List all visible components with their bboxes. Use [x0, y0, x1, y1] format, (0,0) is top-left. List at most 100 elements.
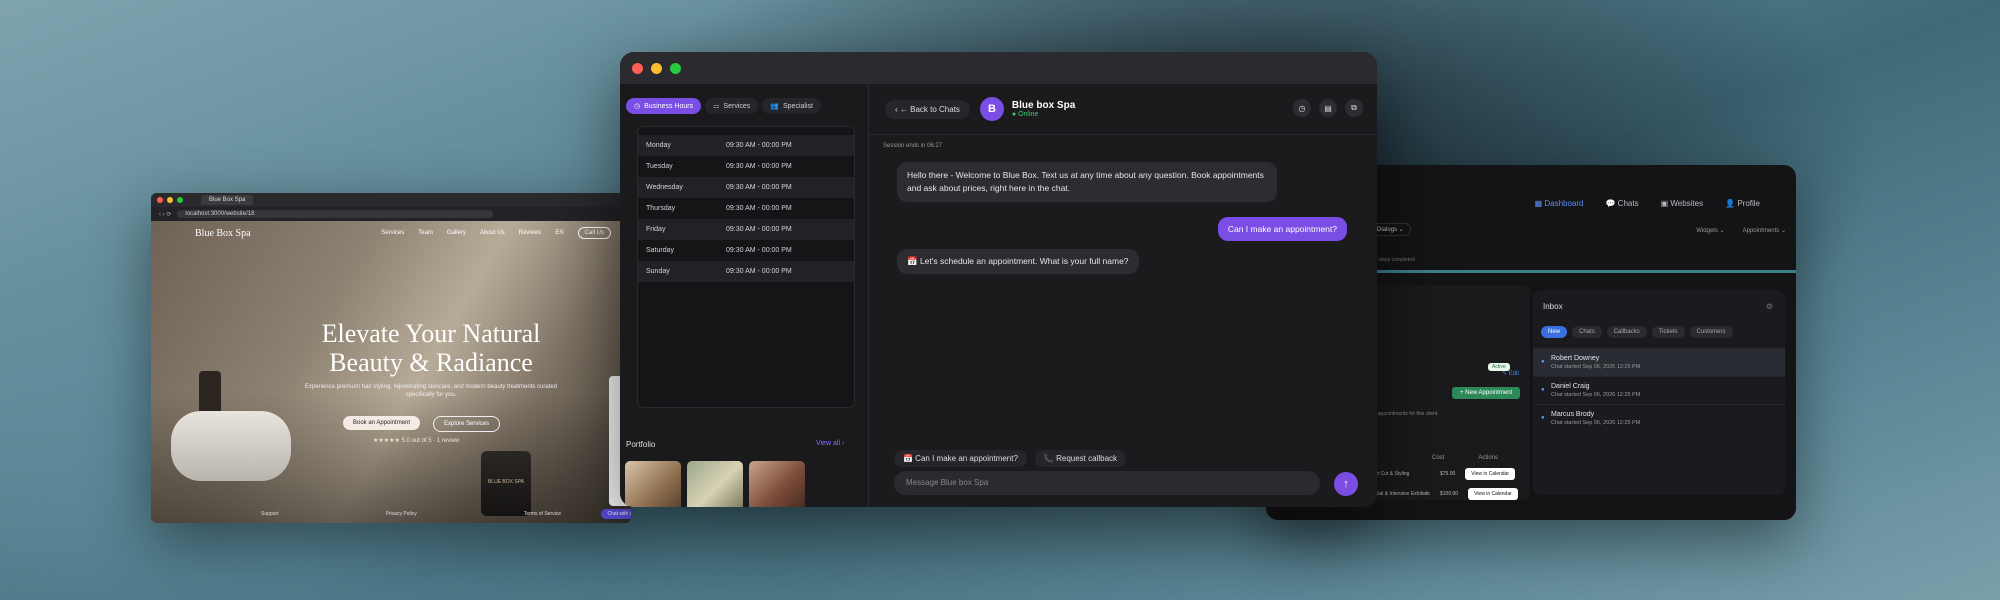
- footer-support[interactable]: Support: [261, 511, 279, 517]
- nav-reviews[interactable]: Reviews: [519, 230, 542, 236]
- chip-new[interactable]: New: [1541, 326, 1568, 338]
- rating-text: 5.0 out of 5 · 1 review: [401, 438, 460, 444]
- time-label: 09:30 AM - 00:00 PM: [726, 247, 792, 254]
- suggestion-callback-button[interactable]: 📞 Request callback: [1034, 450, 1127, 467]
- language-selector[interactable]: EN: [555, 230, 563, 236]
- chip-customers[interactable]: Customers: [1689, 326, 1733, 338]
- chat-icon: ●: [1541, 359, 1545, 365]
- url-bar: ‹ › ⟳ localhost:3000/website/18: [151, 207, 631, 221]
- contact-name: Robert Downey: [1551, 355, 1600, 362]
- contact-name: Marcus Brody: [1551, 411, 1595, 418]
- new-appointment-button[interactable]: + New Appointment: [1452, 387, 1521, 399]
- filters: Widgets ⌄ Appointments ⌄: [1696, 227, 1786, 234]
- list-item[interactable]: ● Marcus Brody Chat started Sep 06, 2026…: [1533, 404, 1785, 432]
- view-all-link[interactable]: View all ›: [816, 440, 844, 447]
- day-label: Thursday: [646, 205, 676, 212]
- inbox-filters: New Chats Callbacks Tickets Customers: [1541, 326, 1733, 338]
- nav-services[interactable]: Services: [381, 230, 404, 236]
- book-appointment-button[interactable]: Book an Appointment: [343, 416, 421, 430]
- service-cell: Hair Cut & Styling: [1370, 471, 1410, 477]
- send-icon[interactable]: ↑: [1334, 472, 1358, 496]
- edit-link[interactable]: ✎ Edit: [1502, 370, 1519, 377]
- tab-specialist[interactable]: 👥 Specialist: [762, 98, 821, 114]
- day-label: Tuesday: [646, 163, 673, 170]
- list-item[interactable]: ● Daniel Craig Chat started Sep 06, 2026…: [1533, 376, 1785, 404]
- chat-meta: Chat started Sep 06, 2026 12:25 PM: [1551, 392, 1641, 398]
- table-header: Cost Actions: [1432, 455, 1498, 461]
- bot-message: 📅 Let's schedule an appointment. What is…: [897, 249, 1139, 274]
- back-to-chats-button[interactable]: ‹ ← Back to Chats: [885, 99, 970, 119]
- list-item[interactable]: ● Robert Downey Chat started Sep 06, 202…: [1533, 348, 1785, 376]
- minimize-dot[interactable]: [651, 62, 662, 74]
- portfolio-image[interactable]: [687, 461, 743, 507]
- table-row: Facial & Intensive Exfoliation $100.00 V…: [1370, 488, 1518, 500]
- browser-tab[interactable]: Blue Box Spa: [201, 195, 254, 205]
- chat-header: ‹ ← Back to Chats B Blue box Spa ● Onlin…: [869, 84, 1377, 135]
- jar-label: BLUE BOX SPA: [487, 479, 525, 485]
- time-label: 09:30 AM - 00:00 PM: [726, 226, 792, 233]
- footer-privacy[interactable]: Privacy Policy: [386, 511, 417, 517]
- nav-about[interactable]: About Us: [480, 230, 505, 236]
- portfolio-label: Portfolio: [626, 440, 656, 449]
- maximize-dot[interactable]: [177, 197, 183, 203]
- info-panel: ◷ Business Hours ⚏ Services 👥 Specialist Mo…: [620, 84, 869, 507]
- service-cell: Facial & Intensive Exfoliation: [1370, 491, 1430, 497]
- cost-cell: $75.00: [1440, 471, 1456, 477]
- portfolio-image[interactable]: [625, 461, 681, 507]
- header-actions: ◷ ▤ ⧉: [1293, 99, 1363, 117]
- view-in-calendar-button[interactable]: View in Calendar: [1468, 488, 1518, 500]
- calendar-icon[interactable]: ▤: [1319, 99, 1337, 117]
- tab-services[interactable]: ⚏ Services: [705, 98, 759, 114]
- chip-chats[interactable]: Chats: [1572, 326, 1602, 338]
- nav-arrows-icon[interactable]: ‹ › ⟳: [159, 211, 171, 218]
- url-input[interactable]: localhost:3000/website/18: [177, 210, 494, 218]
- suggestion-appointment-button[interactable]: 📅 Can I make an appointment?: [894, 450, 1027, 467]
- appointments-filter[interactable]: Appointments ⌄: [1743, 227, 1786, 234]
- site-brand[interactable]: Blue Box Spa: [195, 228, 251, 239]
- call-us-button[interactable]: Call Us: [577, 227, 611, 239]
- people-icon: 👥: [770, 103, 779, 110]
- explore-services-button[interactable]: Explore Services: [433, 416, 501, 432]
- minimize-dot[interactable]: [167, 197, 173, 203]
- jar-decoration: BLUE BOX SPA: [481, 451, 531, 516]
- gear-icon[interactable]: ⚙: [1766, 302, 1773, 311]
- online-status: ● Online: [1011, 111, 1039, 118]
- window-titlebar: [620, 52, 1377, 84]
- hero-section: Blue Box Spa Services Team Gallery About…: [151, 221, 631, 523]
- spa-website-window: Blue Box Spa ‹ › ⟳ localhost:3000/websit…: [151, 193, 631, 523]
- time-label: 09:30 AM - 00:00 PM: [726, 268, 792, 275]
- actions-header: Actions: [1478, 455, 1499, 461]
- nav-chats[interactable]: 💬 Chats: [1605, 199, 1638, 208]
- footer-terms[interactable]: Terms of Service: [524, 511, 561, 517]
- hours-row: Thursday 09:30 AM - 00:00 PM: [638, 198, 854, 219]
- hours-row: Wednesday 09:30 AM - 00:00 PM: [638, 177, 854, 198]
- chip-callbacks[interactable]: Callbacks: [1606, 326, 1647, 338]
- services-icon: ⚏: [713, 103, 720, 110]
- expand-icon[interactable]: ⧉: [1345, 99, 1363, 117]
- dashboard-nav: ▦ Dashboard 💬 Chats ▣ Websites 👤 Profile: [1535, 199, 1760, 208]
- nav-team[interactable]: Team: [418, 230, 433, 236]
- maximize-dot[interactable]: [670, 62, 681, 74]
- inbox-panel: Inbox ⚙ New Chats Callbacks Tickets Cust…: [1533, 290, 1785, 495]
- nav-gallery[interactable]: Gallery: [447, 230, 466, 236]
- time-label: 09:30 AM - 00:00 PM: [726, 163, 792, 170]
- message-input[interactable]: Message Blue box Spa: [894, 471, 1320, 495]
- view-in-calendar-button[interactable]: View in Calendar: [1465, 468, 1516, 480]
- widgets-filter[interactable]: Widgets ⌄: [1696, 227, 1724, 234]
- inbox-title: Inbox: [1543, 302, 1563, 311]
- portfolio-image[interactable]: [749, 461, 805, 507]
- tab-business-hours[interactable]: ◷ Business Hours: [626, 98, 702, 114]
- nav-dashboard[interactable]: ▦ Dashboard: [1535, 199, 1584, 208]
- nav-websites[interactable]: ▣ Websites: [1661, 199, 1704, 208]
- history-icon[interactable]: ◷: [1293, 99, 1311, 117]
- contact-info: Blue box Spa ● Online: [1012, 100, 1075, 118]
- inbox-list: ● Robert Downey Chat started Sep 06, 202…: [1533, 348, 1785, 432]
- table-row: Hair Cut & Styling $75.00 View in Calend…: [1370, 468, 1516, 480]
- chat-with-us-button[interactable]: Chat with us: [601, 509, 631, 519]
- close-dot[interactable]: [632, 62, 643, 74]
- chip-tickets[interactable]: Tickets: [1651, 326, 1685, 338]
- nav-profile[interactable]: 👤 Profile: [1725, 199, 1760, 208]
- close-dot[interactable]: [157, 197, 163, 203]
- tab-label: Specialist: [782, 102, 813, 110]
- day-label: Friday: [646, 226, 666, 233]
